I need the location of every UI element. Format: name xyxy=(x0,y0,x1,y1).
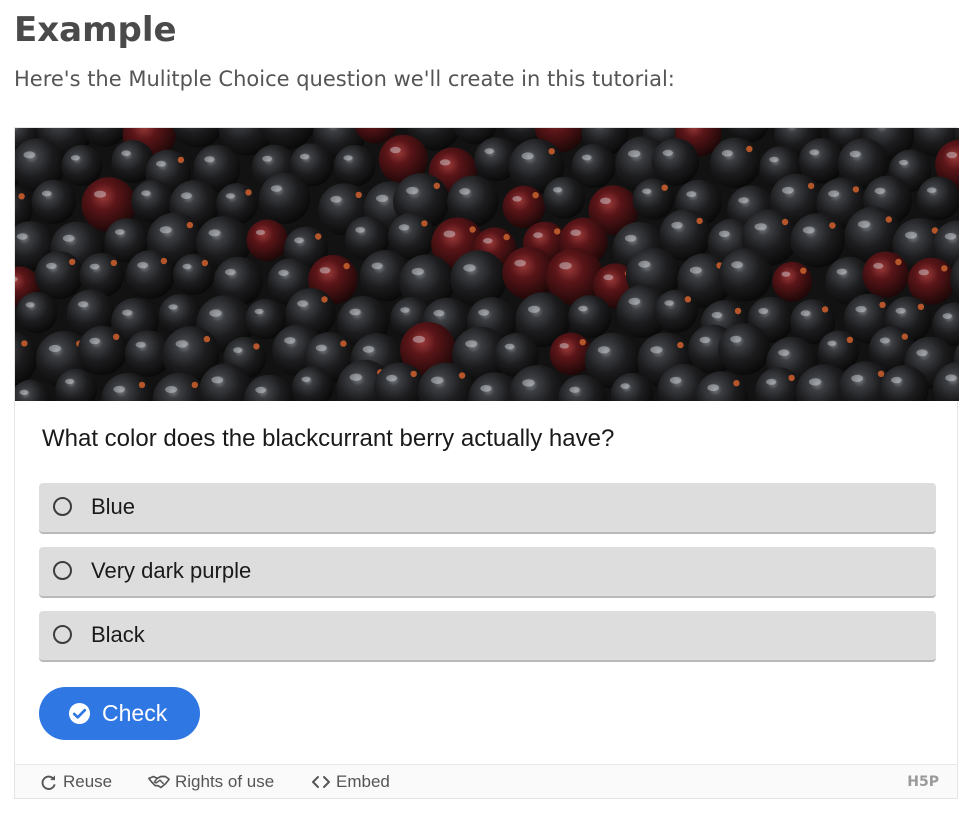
rights-of-use-label: Rights of use xyxy=(175,772,275,791)
embed-code-icon xyxy=(312,776,330,788)
radio-icon xyxy=(53,625,72,644)
answer-label: Black xyxy=(91,622,145,647)
check-circle-icon xyxy=(68,702,91,725)
reuse-label: Reuse xyxy=(63,772,113,791)
answer-option-blue[interactable]: Blue xyxy=(39,483,936,534)
berry-cluster xyxy=(15,128,959,401)
answer-label: Blue xyxy=(91,494,136,519)
rights-of-use-link[interactable]: Rights of use xyxy=(148,772,274,792)
answer-list: Blue Very dark purple Black xyxy=(39,483,936,675)
handshake-icon xyxy=(148,775,170,789)
radio-icon xyxy=(53,561,72,580)
check-button-label: Check xyxy=(102,700,168,726)
check-button[interactable]: Check xyxy=(39,687,200,740)
intro-text: Here's the Mulitple Choice question we'l… xyxy=(14,67,675,91)
h5p-multiple-choice: What color does the blackcurrant berry a… xyxy=(14,127,959,799)
embed-label: Embed xyxy=(336,772,390,791)
reuse-link[interactable]: Reuse xyxy=(39,772,112,792)
reuse-icon xyxy=(41,774,56,790)
answer-option-black[interactable]: Black xyxy=(39,611,936,662)
answer-label: Very dark purple xyxy=(91,558,252,583)
embed-link[interactable]: Embed xyxy=(311,772,390,792)
question-text: What color does the blackcurrant berry a… xyxy=(42,425,615,452)
radio-icon xyxy=(53,497,72,516)
h5p-logo: H5P xyxy=(907,774,939,790)
h5p-footer: Reuse Rights of use Embed H5P xyxy=(15,764,957,798)
page-title: Example xyxy=(14,10,177,50)
blackcurrant-image xyxy=(15,128,959,401)
answer-option-very-dark-purple[interactable]: Very dark purple xyxy=(39,547,936,598)
